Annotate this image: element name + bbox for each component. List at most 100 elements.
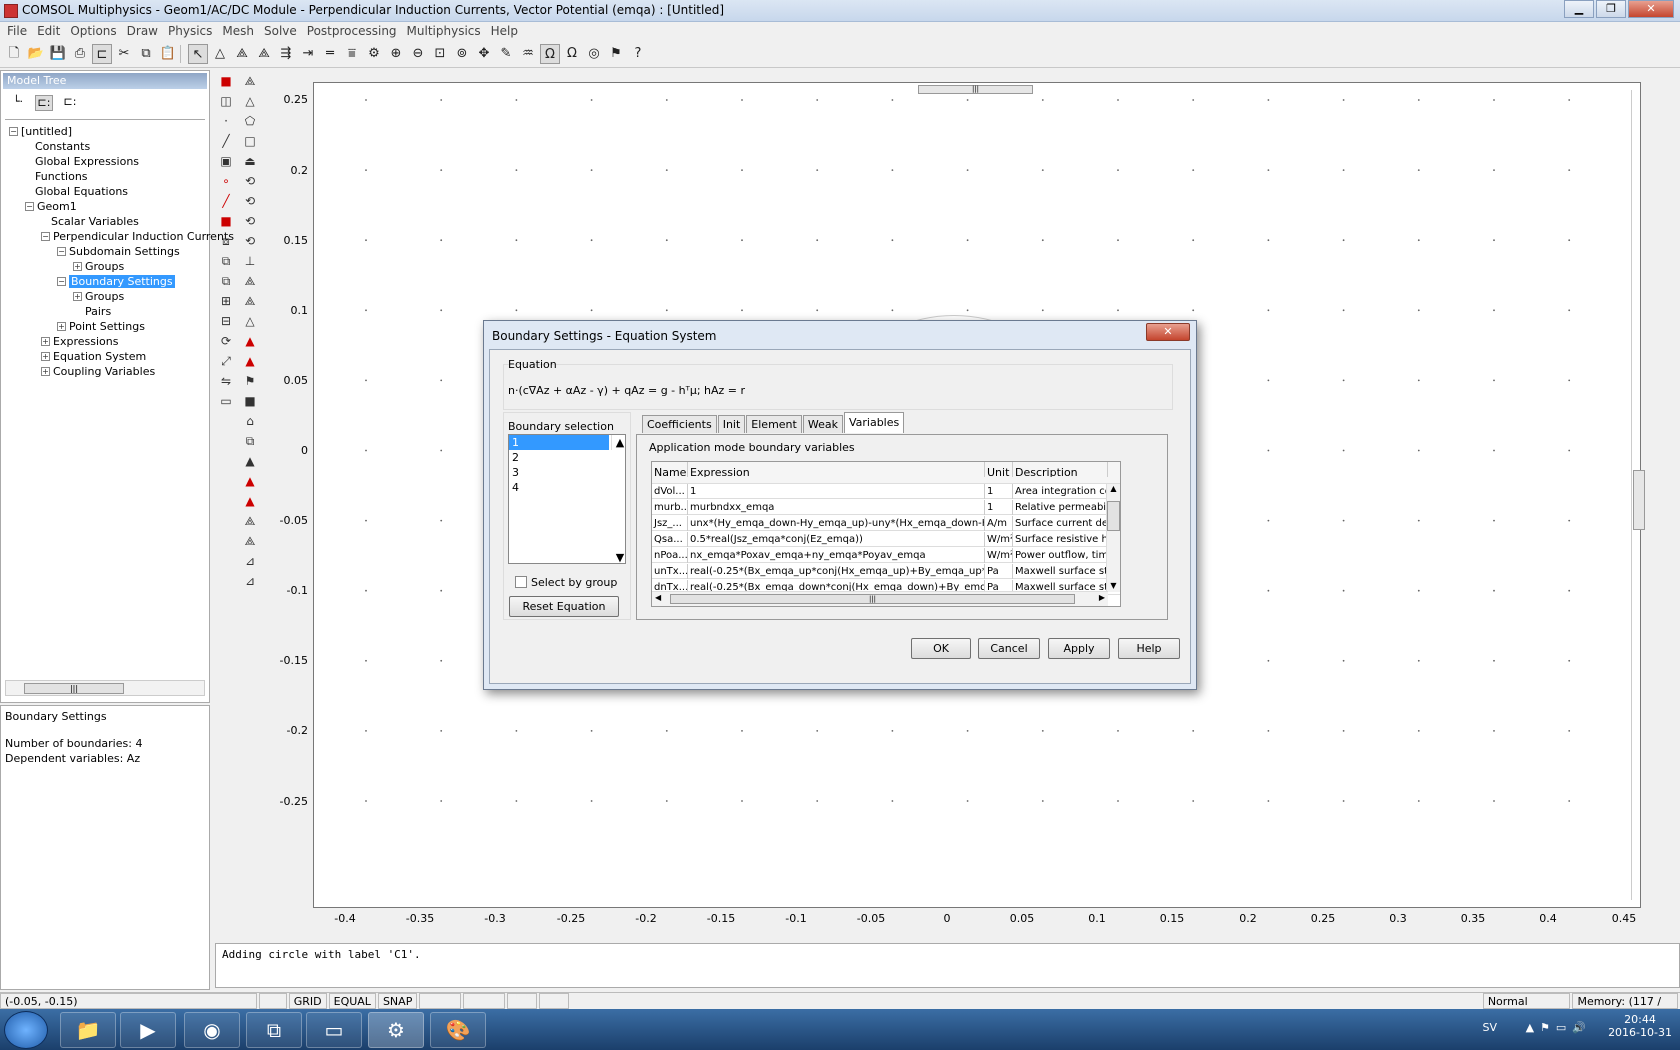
tree-node-geom1[interactable]: − Geom1: [25, 199, 77, 214]
tab-element[interactable]: Element: [746, 415, 802, 433]
status-snap-toggle[interactable]: SNAP: [377, 993, 418, 1009]
model-tree-icon[interactable]: ⊏: [92, 44, 112, 64]
tree-view-flat-icon[interactable]: └·: [9, 95, 27, 111]
mirror-icon[interactable]: ⇋: [216, 372, 236, 390]
extrude-icon[interactable]: ⊥: [240, 252, 260, 270]
status-equal-toggle[interactable]: EQUAL: [328, 993, 376, 1009]
boundary-item[interactable]: 1: [509, 435, 609, 450]
copy-object-icon[interactable]: ⧉: [216, 252, 236, 270]
boundary-item[interactable]: 2: [509, 450, 625, 465]
tree-node-pairs[interactable]: Pairs: [85, 304, 111, 319]
point-icon[interactable]: ·: [216, 112, 236, 130]
tree-node-constants[interactable]: Constants: [35, 139, 90, 154]
column-header-unit[interactable]: Unit: [985, 462, 1013, 477]
boundary-list[interactable]: 1 2 3 4 ▲ ▼: [508, 434, 626, 564]
table-row[interactable]: murb... murbndxx_emqa 1 Relative permeab…: [652, 500, 1120, 515]
tree-view-detailed-icon[interactable]: ⊏:: [35, 95, 53, 111]
canvas-horizontal-scrollbar[interactable]: |||: [313, 82, 1633, 96]
minimize-button[interactable]: ▁: [1564, 0, 1594, 18]
zoom-out-icon[interactable]: ⊖: [408, 44, 428, 64]
red-square-icon[interactable]: ■: [216, 212, 236, 230]
sweep-icon[interactable]: ⟁: [240, 292, 260, 310]
language-indicator[interactable]: SV: [1482, 1021, 1497, 1034]
gray-triangle-icon[interactable]: ▲: [240, 452, 260, 470]
union-icon[interactable]: ⏏: [240, 152, 260, 170]
tree-node-boundary-groups[interactable]: + Groups: [73, 289, 124, 304]
chamfer-icon[interactable]: ▲: [240, 332, 260, 350]
create-object-icon[interactable]: ◫: [216, 92, 236, 110]
tab-variables[interactable]: Variables: [843, 412, 905, 433]
paste-icon[interactable]: 📋: [158, 44, 178, 64]
tree-node-expressions[interactable]: + Expressions: [41, 334, 118, 349]
polygon-icon[interactable]: ⬠: [240, 112, 260, 130]
refine-mesh-icon[interactable]: ⩸: [342, 44, 362, 64]
zoom-window-icon[interactable]: ⊡: [430, 44, 450, 64]
model-tree-horizontal-scrollbar[interactable]: |||: [5, 680, 205, 696]
plot-icon[interactable]: ✎: [496, 44, 516, 64]
menu-draw[interactable]: Draw: [122, 22, 163, 41]
tab-coefficients[interactable]: Coefficients: [642, 415, 717, 433]
tree-node-coupling-variables[interactable]: + Coupling Variables: [41, 364, 155, 379]
coerce-icon[interactable]: ▲: [240, 352, 260, 370]
red-triangle-icon[interactable]: ▲: [240, 472, 260, 490]
tab-init[interactable]: Init: [717, 415, 746, 433]
pan-icon[interactable]: ✥: [474, 44, 494, 64]
open-folder-icon[interactable]: 📂: [26, 44, 46, 64]
boundary-settings-icon[interactable]: ⇥: [298, 44, 318, 64]
menu-multiphysics[interactable]: Multiphysics: [402, 22, 486, 41]
point-mode-icon[interactable]: ⟁: [232, 44, 252, 64]
menu-mesh[interactable]: Mesh: [217, 22, 259, 41]
paint-taskbar-icon[interactable]: 🎨: [430, 1012, 486, 1048]
close-window-button[interactable]: ✕: [1628, 0, 1674, 18]
column-header-name[interactable]: Name: [652, 462, 688, 477]
copy-icon[interactable]: ⧉: [136, 44, 156, 64]
tree-node-scalar-variables[interactable]: Scalar Variables: [51, 214, 139, 229]
boundary-list-scrollbar[interactable]: ▲ ▼: [611, 435, 625, 564]
menu-file[interactable]: File: [2, 22, 32, 41]
tree-node-global-expressions[interactable]: Global Expressions: [35, 154, 139, 169]
postprocessing-mode-icon[interactable]: Ω: [540, 44, 560, 64]
triangle-icon[interactable]: △: [240, 92, 260, 110]
menu-help[interactable]: Help: [486, 22, 523, 41]
window-taskbar-icon[interactable]: ▭: [306, 1012, 362, 1048]
print-icon[interactable]: ⎙: [70, 44, 90, 64]
column-header-description[interactable]: Description: [1013, 462, 1108, 477]
tray-icons[interactable]: ▲⚑▭🔊: [1526, 1021, 1592, 1034]
menu-physics[interactable]: Physics: [163, 22, 217, 41]
tree-node-subdomain-groups[interactable]: + Groups: [73, 259, 124, 274]
ellipse-icon[interactable]: ⟁: [240, 72, 260, 90]
array-icon[interactable]: ⧈: [216, 232, 236, 250]
zoom-extents-icon[interactable]: ⊚: [452, 44, 472, 64]
menu-edit[interactable]: Edit: [32, 22, 65, 41]
table-row[interactable]: Qsa... 0.5*real(Jsz_emqa*conj(Ez_emqa)) …: [652, 532, 1120, 547]
apply-button[interactable]: Apply: [1048, 638, 1110, 659]
boundary-item[interactable]: 4: [509, 480, 625, 495]
tree-node-point-settings[interactable]: + Point Settings: [57, 319, 145, 334]
cancel-button[interactable]: Cancel: [978, 638, 1040, 659]
square-icon[interactable]: □: [240, 132, 260, 150]
point-red-icon[interactable]: ∘: [216, 172, 236, 190]
rotate-icon[interactable]: ⟳: [216, 332, 236, 350]
zoom-in-icon[interactable]: ⊕: [386, 44, 406, 64]
clock-date[interactable]: 2016-10-31: [1608, 1026, 1672, 1039]
fillet-icon[interactable]: △: [240, 312, 260, 330]
tree-node-perpendicular-induction-currents[interactable]: − Perpendicular Induction Currents: [41, 229, 234, 244]
firefox-taskbar-icon[interactable]: ◉: [184, 1012, 240, 1048]
dialog-close-button[interactable]: ✕: [1146, 323, 1190, 341]
tree-node-functions[interactable]: Functions: [35, 169, 88, 184]
tree-node-subdomain-settings[interactable]: − Subdomain Settings: [57, 244, 180, 259]
omega-icon[interactable]: Ω: [562, 44, 582, 64]
tree-node-equation-system[interactable]: + Equation System: [41, 349, 146, 364]
subdomain-settings-icon[interactable]: ⇶: [276, 44, 296, 64]
tab-weak[interactable]: Weak: [802, 415, 843, 433]
media-player-taskbar-icon[interactable]: ▶: [120, 1012, 176, 1048]
cut-icon[interactable]: ✂: [114, 44, 134, 64]
group-icon[interactable]: ⧉: [240, 432, 260, 450]
corner-icon[interactable]: ⊿: [240, 552, 260, 570]
tree-node-untitled[interactable]: − [untitled]: [9, 124, 72, 139]
tri-outline-2-icon[interactable]: ⟁: [240, 532, 260, 550]
gray-square-icon[interactable]: ■: [240, 392, 260, 410]
split-icon[interactable]: ⟲: [240, 232, 260, 250]
tree-node-global-equations[interactable]: Global Equations: [35, 184, 128, 199]
menu-options[interactable]: Options: [65, 22, 121, 41]
